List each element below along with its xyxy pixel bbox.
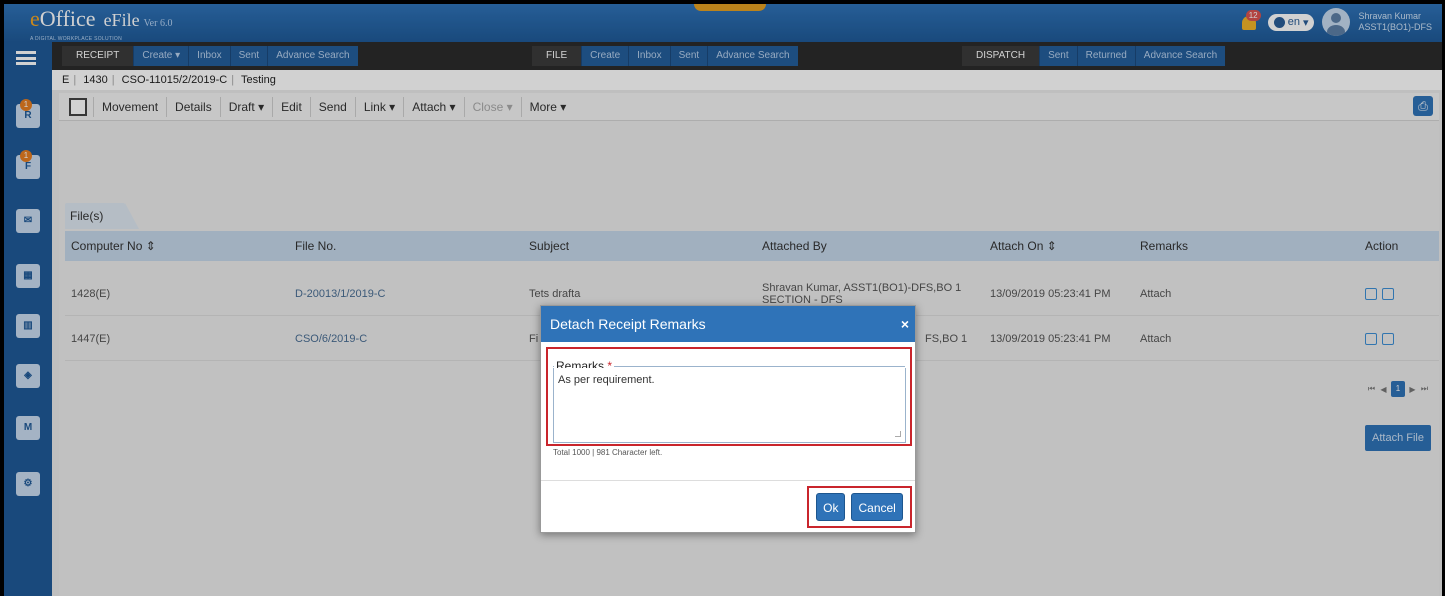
close-icon[interactable]: × bbox=[901, 306, 909, 342]
dialog-header: Detach Receipt Remarks × bbox=[541, 306, 915, 342]
remarks-fieldset: Remarks * As per requirement. bbox=[546, 347, 912, 446]
ok-button[interactable]: Ok bbox=[816, 493, 846, 521]
dialog-divider bbox=[541, 480, 915, 481]
resize-handle-icon[interactable] bbox=[895, 431, 901, 437]
detach-remarks-dialog: Detach Receipt Remarks × Remarks * As pe… bbox=[540, 305, 916, 533]
dialog-title: Detach Receipt Remarks bbox=[550, 316, 706, 332]
remarks-textarea[interactable]: As per requirement. bbox=[553, 368, 906, 443]
character-counter: Total 1000 | 981 Character left. bbox=[553, 448, 663, 457]
dialog-actions: Ok Cancel bbox=[807, 486, 912, 528]
cancel-button[interactable]: Cancel bbox=[851, 493, 903, 521]
